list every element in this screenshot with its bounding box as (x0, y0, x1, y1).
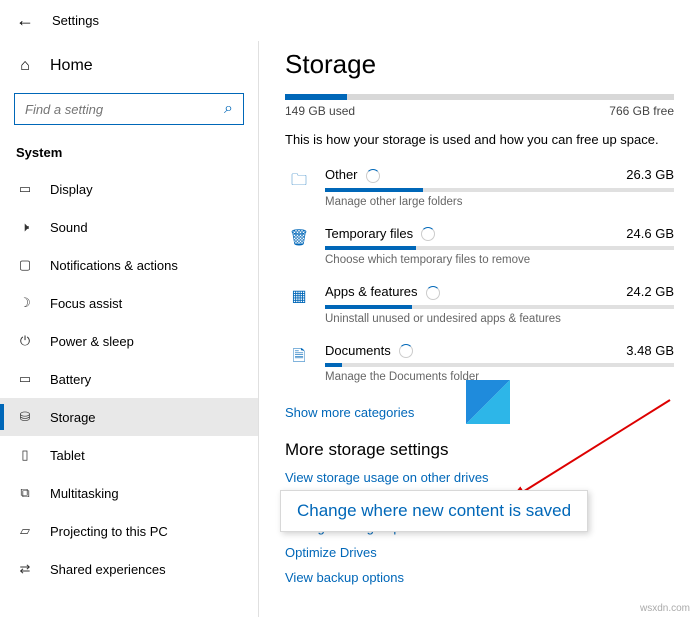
projecting-icon: ▱ (16, 523, 34, 539)
tablet-icon: ▯ (16, 447, 34, 463)
sidebar-item-sound[interactable]: 🕨Sound (0, 208, 258, 246)
sidebar-item-multitasking[interactable]: ⧉Multitasking (0, 474, 258, 512)
multitasking-icon: ⧉ (16, 485, 34, 501)
loading-icon (399, 344, 413, 358)
sidebar-home[interactable]: ⌂ Home (0, 47, 258, 85)
loading-icon (426, 286, 440, 300)
more-settings-head: More storage settings (285, 440, 674, 460)
link-other-drives[interactable]: View storage usage on other drives (285, 470, 674, 485)
display-icon: ▭ (16, 181, 34, 197)
apps-icon: ▦ (285, 284, 313, 306)
shared-icon: ⇄ (16, 561, 34, 577)
focus-assist-icon: ☽ (16, 295, 34, 311)
link-backup-options[interactable]: View backup options (285, 570, 674, 585)
search-field[interactable] (25, 102, 224, 117)
used-label: 149 GB used (285, 104, 355, 118)
sidebar-item-shared[interactable]: ⇄Shared experiences (0, 550, 258, 588)
trash-icon: 🗑 (285, 226, 313, 248)
documents-icon: 🗎 (285, 343, 313, 372)
free-label: 766 GB free (609, 104, 674, 118)
usage-bar (285, 94, 674, 100)
loading-icon (421, 227, 435, 241)
other-icon: 🗀 (285, 167, 313, 196)
home-icon: ⌂ (16, 57, 34, 75)
sidebar-item-storage[interactable]: ⛁Storage (0, 398, 258, 436)
power-icon: ⏻ (16, 333, 34, 349)
site-logo (466, 380, 510, 424)
sidebar-item-tablet[interactable]: ▯Tablet (0, 436, 258, 474)
callout-highlight: Change where new content is saved (280, 490, 588, 532)
sidebar-item-battery[interactable]: ▭Battery (0, 360, 258, 398)
search-input[interactable]: ⌕ (14, 93, 244, 125)
sound-icon: 🕨 (16, 219, 34, 235)
back-button[interactable]: ← (16, 10, 34, 31)
sidebar: ⌂ Home ⌕ System ▭Display 🕨Sound ▢Notific… (0, 41, 258, 617)
page-title: Storage (285, 49, 674, 80)
battery-icon: ▭ (16, 371, 34, 387)
window-title: Settings (52, 13, 99, 28)
sidebar-home-label: Home (50, 57, 93, 75)
category-temporary[interactable]: 🗑 Temporary files24.6 GB Choose which te… (285, 220, 674, 279)
notifications-icon: ▢ (16, 257, 34, 273)
search-icon: ⌕ (224, 100, 233, 118)
sidebar-section: System (0, 133, 258, 170)
storage-icon: ⛁ (16, 409, 34, 425)
sidebar-item-display[interactable]: ▭Display (0, 170, 258, 208)
category-apps[interactable]: ▦ Apps & features24.2 GB Uninstall unuse… (285, 278, 674, 337)
sidebar-item-power[interactable]: ⏻Power & sleep (0, 322, 258, 360)
loading-icon (366, 169, 380, 183)
sidebar-item-notifications[interactable]: ▢Notifications & actions (0, 246, 258, 284)
sidebar-item-projecting[interactable]: ▱Projecting to this PC (0, 512, 258, 550)
storage-desc: This is how your storage is used and how… (285, 132, 674, 147)
category-other[interactable]: 🗀 Other26.3 GB Manage other large folder… (285, 161, 674, 220)
sidebar-item-focus-assist[interactable]: ☽Focus assist (0, 284, 258, 322)
link-optimize-drives[interactable]: Optimize Drives (285, 545, 674, 560)
watermark: wsxdn.com (640, 603, 690, 614)
